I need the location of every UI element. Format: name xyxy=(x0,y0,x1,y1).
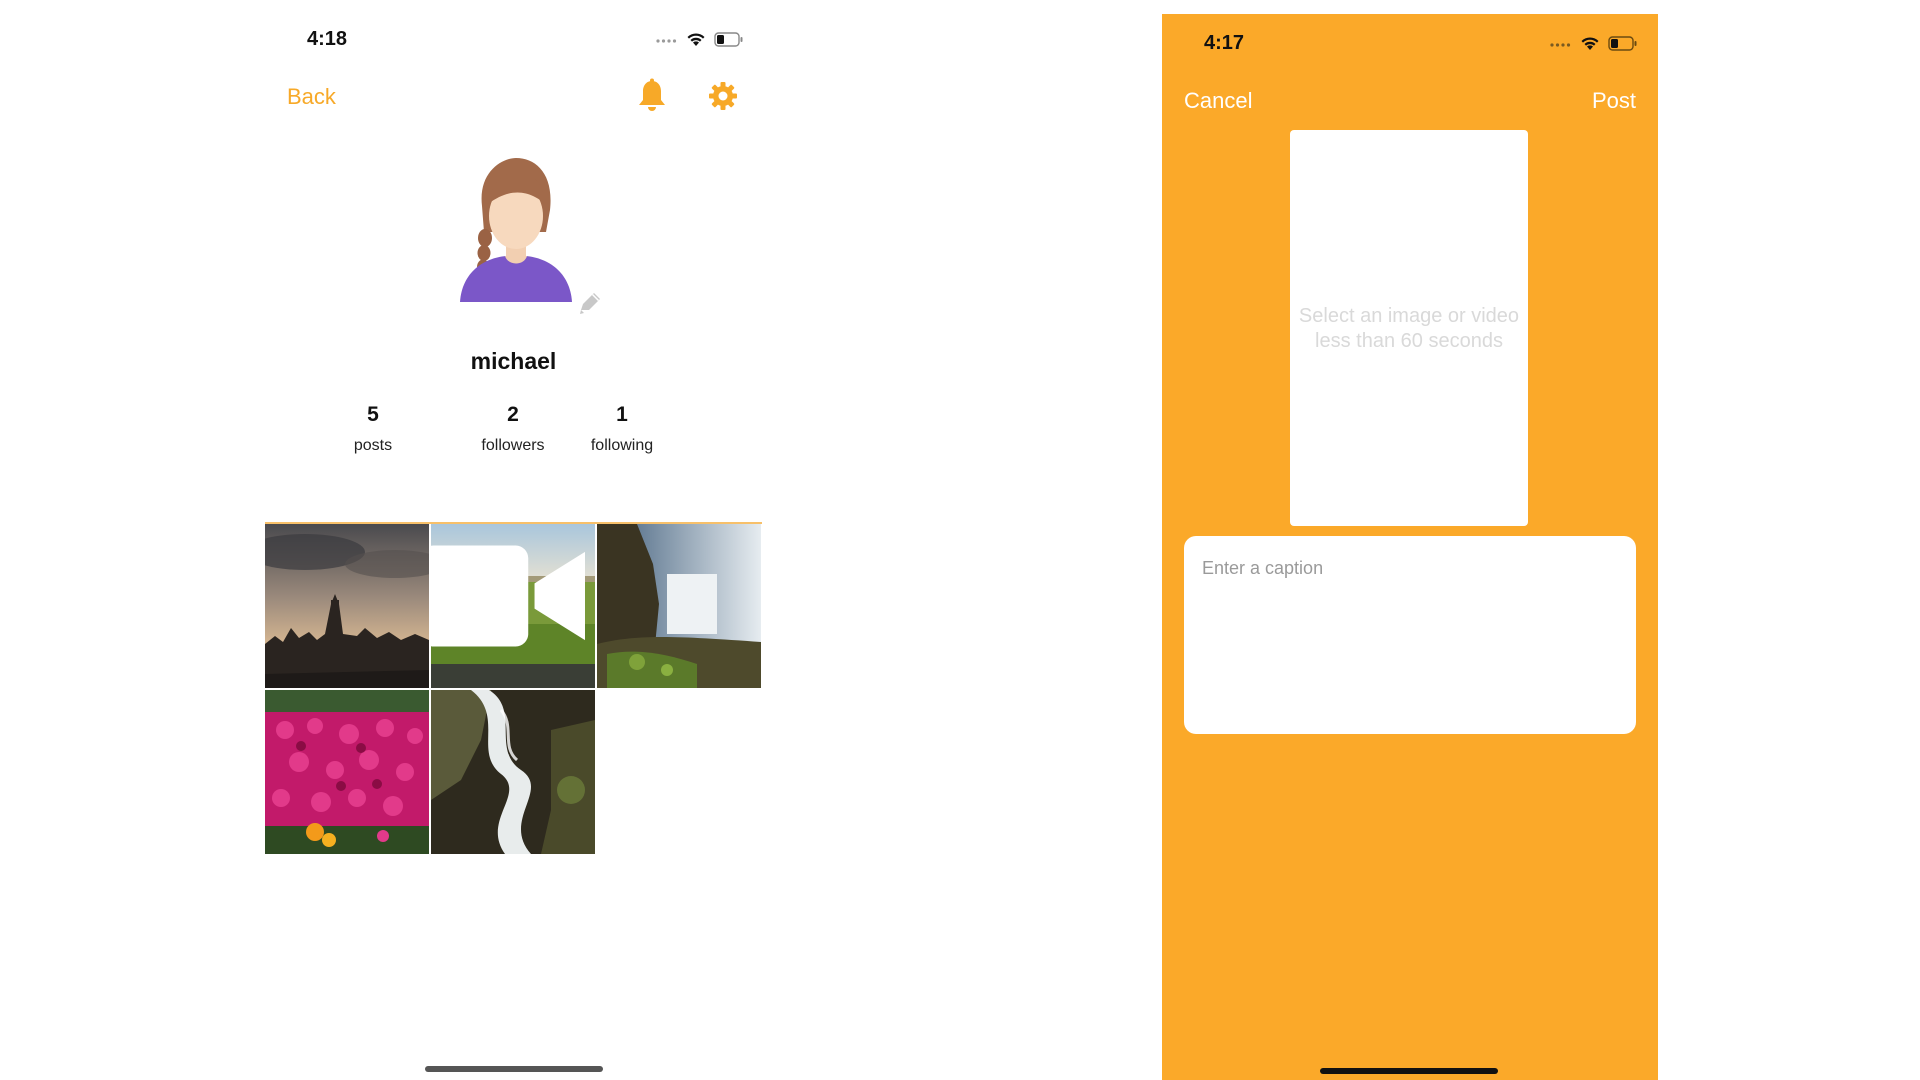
caption-placeholder: Enter a caption xyxy=(1202,558,1324,578)
profile-stats: 5 posts 2 followers 1 following xyxy=(265,400,762,470)
stat-following-count: 1 xyxy=(616,403,628,426)
status-icons xyxy=(656,32,744,47)
home-indicator xyxy=(1320,1068,1498,1074)
status-icons xyxy=(1550,36,1638,51)
media-picker[interactable]: Select an image or video less than 60 se… xyxy=(1290,130,1528,526)
wifi-icon xyxy=(687,33,705,46)
new-post-screen: 4:17 Cancel Post Select an image or vide… xyxy=(1162,14,1658,1080)
status-bar: 4:18 xyxy=(265,14,762,69)
bell-icon[interactable] xyxy=(635,78,669,114)
caption-input[interactable]: Enter a caption xyxy=(1184,536,1636,734)
profile-screen: 4:18 Back michael 5 posts 2 followers 1 … xyxy=(265,14,762,1080)
cancel-button[interactable]: Cancel xyxy=(1184,88,1252,114)
waterfall-longexposure-photo xyxy=(431,690,595,854)
username: michael xyxy=(470,348,557,374)
stat-followers[interactable]: 2 followers xyxy=(458,400,568,460)
stat-following-label: following xyxy=(590,437,654,454)
post-thumbnail-3[interactable] xyxy=(597,524,761,688)
media-picker-hint: Select an image or video less than 60 se… xyxy=(1290,304,1528,354)
home-indicator xyxy=(425,1066,603,1072)
media-hint-line1: Select an image or video xyxy=(1298,305,1520,327)
flowers-photo xyxy=(265,690,429,854)
stat-following[interactable]: 1 following xyxy=(567,400,677,460)
stat-posts-count: 5 xyxy=(367,403,379,426)
stat-followers-label: followers xyxy=(481,437,545,454)
post-thumbnail-4[interactable] xyxy=(265,690,429,854)
wifi-icon xyxy=(1581,37,1599,50)
post-thumbnail-1[interactable] xyxy=(265,524,429,688)
avatar-icon[interactable] xyxy=(450,154,580,304)
battery-icon xyxy=(1608,36,1637,51)
media-hint-line2: less than 60 seconds xyxy=(1315,330,1503,352)
stat-followers-count: 2 xyxy=(507,403,519,426)
post-thumbnail-5[interactable] xyxy=(431,690,595,854)
posts-grid xyxy=(265,522,762,856)
signal-icon xyxy=(656,38,677,43)
status-time: 4:18 xyxy=(307,28,348,50)
stat-posts[interactable]: 5 posts xyxy=(318,400,428,460)
back-button[interactable]: Back xyxy=(287,84,336,110)
gear-icon[interactable] xyxy=(708,81,738,111)
stat-posts-label: posts xyxy=(353,437,393,454)
status-time: 4:17 xyxy=(1204,32,1245,54)
pencil-icon[interactable] xyxy=(577,290,603,316)
signal-icon xyxy=(1550,42,1571,47)
waterfall-photo xyxy=(597,524,761,688)
battery-icon xyxy=(714,32,743,47)
city-photo xyxy=(265,524,429,688)
screenshot-canvas: 4:18 Back michael 5 posts 2 followers 1 … xyxy=(0,0,1920,1080)
video-camera-icon xyxy=(431,545,585,647)
post-button[interactable]: Post xyxy=(1592,88,1636,114)
post-thumbnail-2[interactable] xyxy=(431,524,595,688)
